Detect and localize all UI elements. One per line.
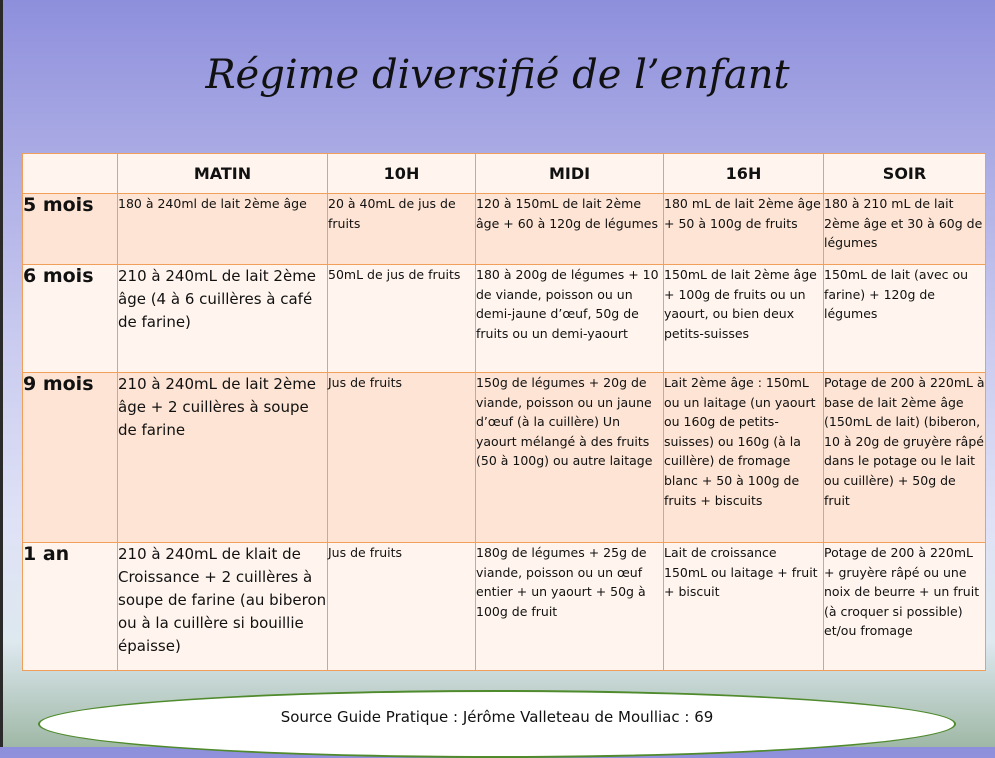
cell-matin: 210 à 240mL de lait 2ème âge (4 à 6 cuil… (117, 264, 328, 373)
age-label: 9 mois (22, 372, 118, 543)
cell-soir: Potage de 200 à 220mL à base de lait 2èm… (823, 372, 986, 543)
header-corner (22, 153, 118, 194)
cell-midi: 180g de légumes + 25g de viande, poisson… (475, 542, 664, 671)
header-10h: 10H (327, 153, 476, 194)
cell-matin: 180 à 240ml de lait 2ème âge (117, 193, 328, 265)
cell-soir: 150mL de lait (avec ou farine) + 120g de… (823, 264, 986, 373)
age-label: 1 an (22, 542, 118, 671)
cell-soir: 180 à 210 mL de lait 2ème âge et 30 à 60… (823, 193, 986, 265)
header-midi: MIDI (475, 153, 664, 194)
table-row: 9 mois 210 à 240mL de lait 2ème âge + 2 … (22, 372, 986, 543)
cell-16h: 150mL de lait 2ème âge + 100g de fruits … (663, 264, 824, 373)
table-row: 6 mois 210 à 240mL de lait 2ème âge (4 à… (22, 264, 986, 373)
cell-matin: 210 à 240mL de klait de Croissance + 2 c… (117, 542, 328, 671)
slide-left-edge (0, 0, 3, 747)
cell-10h: 50mL de jus de fruits (327, 264, 476, 373)
cell-16h: 180 mL de lait 2ème âge + 50 à 100g de f… (663, 193, 824, 265)
diet-table: MATIN 10H MIDI 16H SOIR 5 mois 180 à 240… (22, 153, 986, 671)
cell-16h: Lait 2ème âge : 150mL ou un laitage (un … (663, 372, 824, 543)
cell-10h: Jus de fruits (327, 542, 476, 671)
cell-midi: 150g de légumes + 20g de viande, poisson… (475, 372, 664, 543)
header-matin: MATIN (117, 153, 328, 194)
cell-matin: 210 à 240mL de lait 2ème âge + 2 cuillèr… (117, 372, 328, 543)
header-row: MATIN 10H MIDI 16H SOIR (22, 153, 986, 194)
age-label: 5 mois (22, 193, 118, 265)
cell-10h: Jus de fruits (327, 372, 476, 543)
table-row: 5 mois 180 à 240ml de lait 2ème âge 20 à… (22, 193, 986, 265)
age-label: 6 mois (22, 264, 118, 373)
header-soir: SOIR (823, 153, 986, 194)
cell-midi: 180 à 200g de légumes + 10 de viande, po… (475, 264, 664, 373)
cell-10h: 20 à 40mL de jus de fruits (327, 193, 476, 265)
cell-soir: Potage de 200 à 220mL + gruyère râpé ou … (823, 542, 986, 671)
page-title: Régime diversifié de l’enfant (205, 52, 790, 98)
cell-midi: 120 à 150mL de lait 2ème âge + 60 à 120g… (475, 193, 664, 265)
table-row: 1 an 210 à 240mL de klait de Croissance … (22, 542, 986, 671)
cell-16h: Lait de croissance 150mL ou laitage + fr… (663, 542, 824, 671)
source-caption: Source Guide Pratique : Jérôme Valleteau… (280, 708, 714, 726)
header-16h: 16H (663, 153, 824, 194)
